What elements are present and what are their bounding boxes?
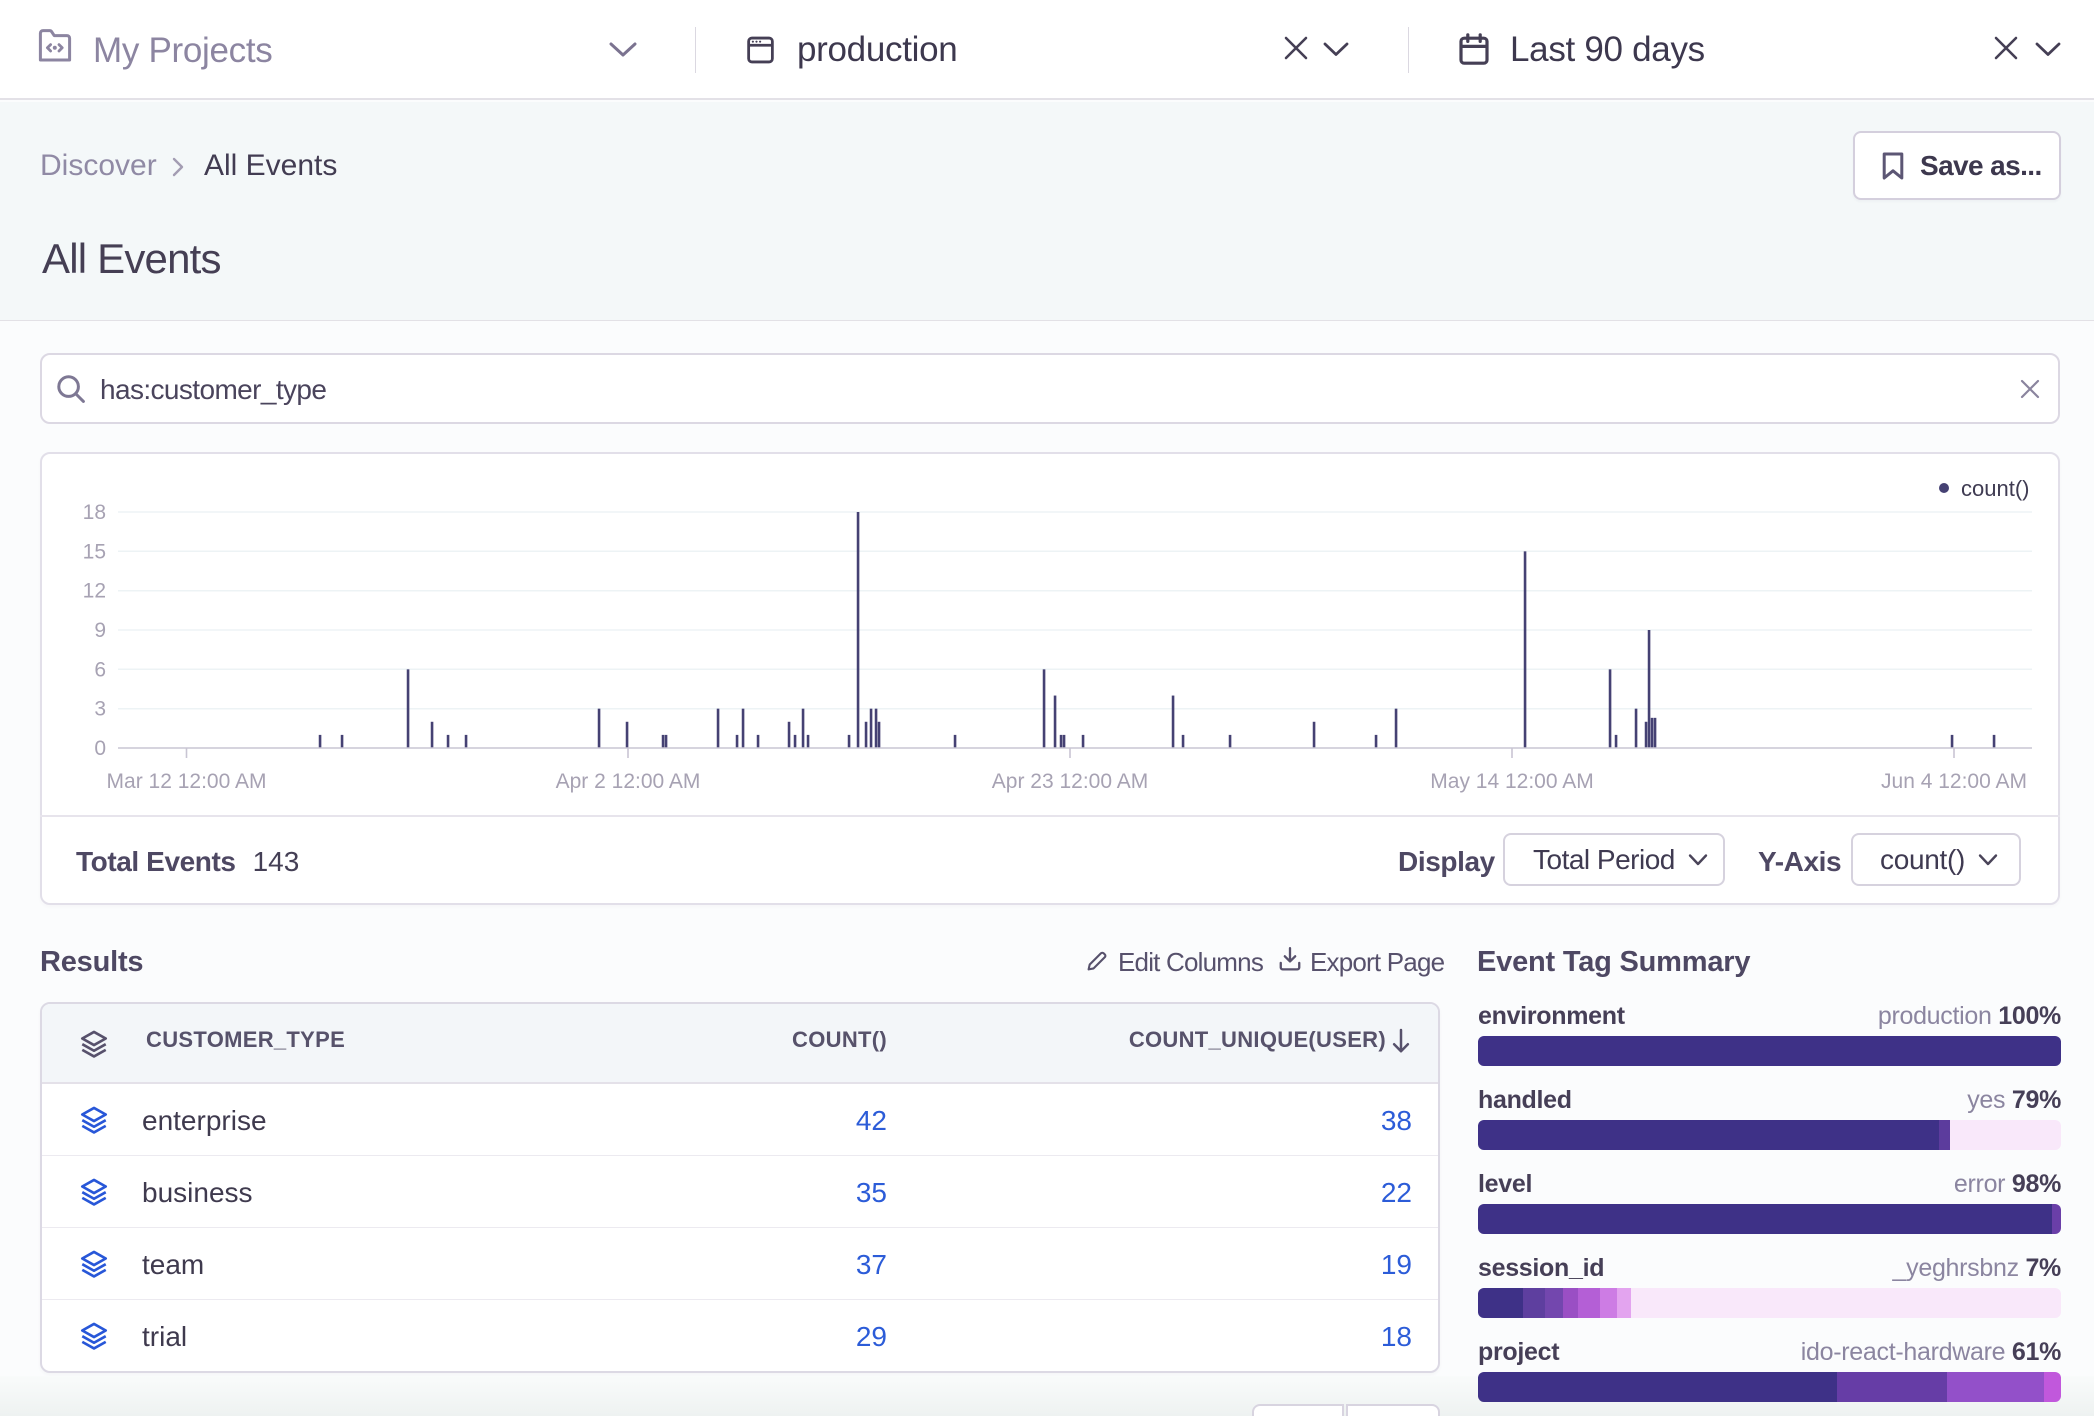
svg-text:Apr 23 12:00 AM: Apr 23 12:00 AM [992,770,1148,793]
svg-text:12: 12 [83,580,106,603]
svg-text:15: 15 [83,540,106,563]
svg-text:Jun 4 12:00 AM: Jun 4 12:00 AM [1881,770,2027,793]
svg-text:3: 3 [94,698,106,721]
svg-text:9: 9 [94,619,106,642]
svg-text:18: 18 [83,501,106,524]
svg-text:May 14 12:00 AM: May 14 12:00 AM [1430,770,1593,793]
svg-text:Mar 12 12:00 AM: Mar 12 12:00 AM [107,770,267,793]
svg-text:6: 6 [94,658,106,681]
svg-text:0: 0 [94,737,106,760]
svg-text:Apr 2 12:00 AM: Apr 2 12:00 AM [556,770,701,793]
svg-text:count(): count() [1961,476,2029,501]
